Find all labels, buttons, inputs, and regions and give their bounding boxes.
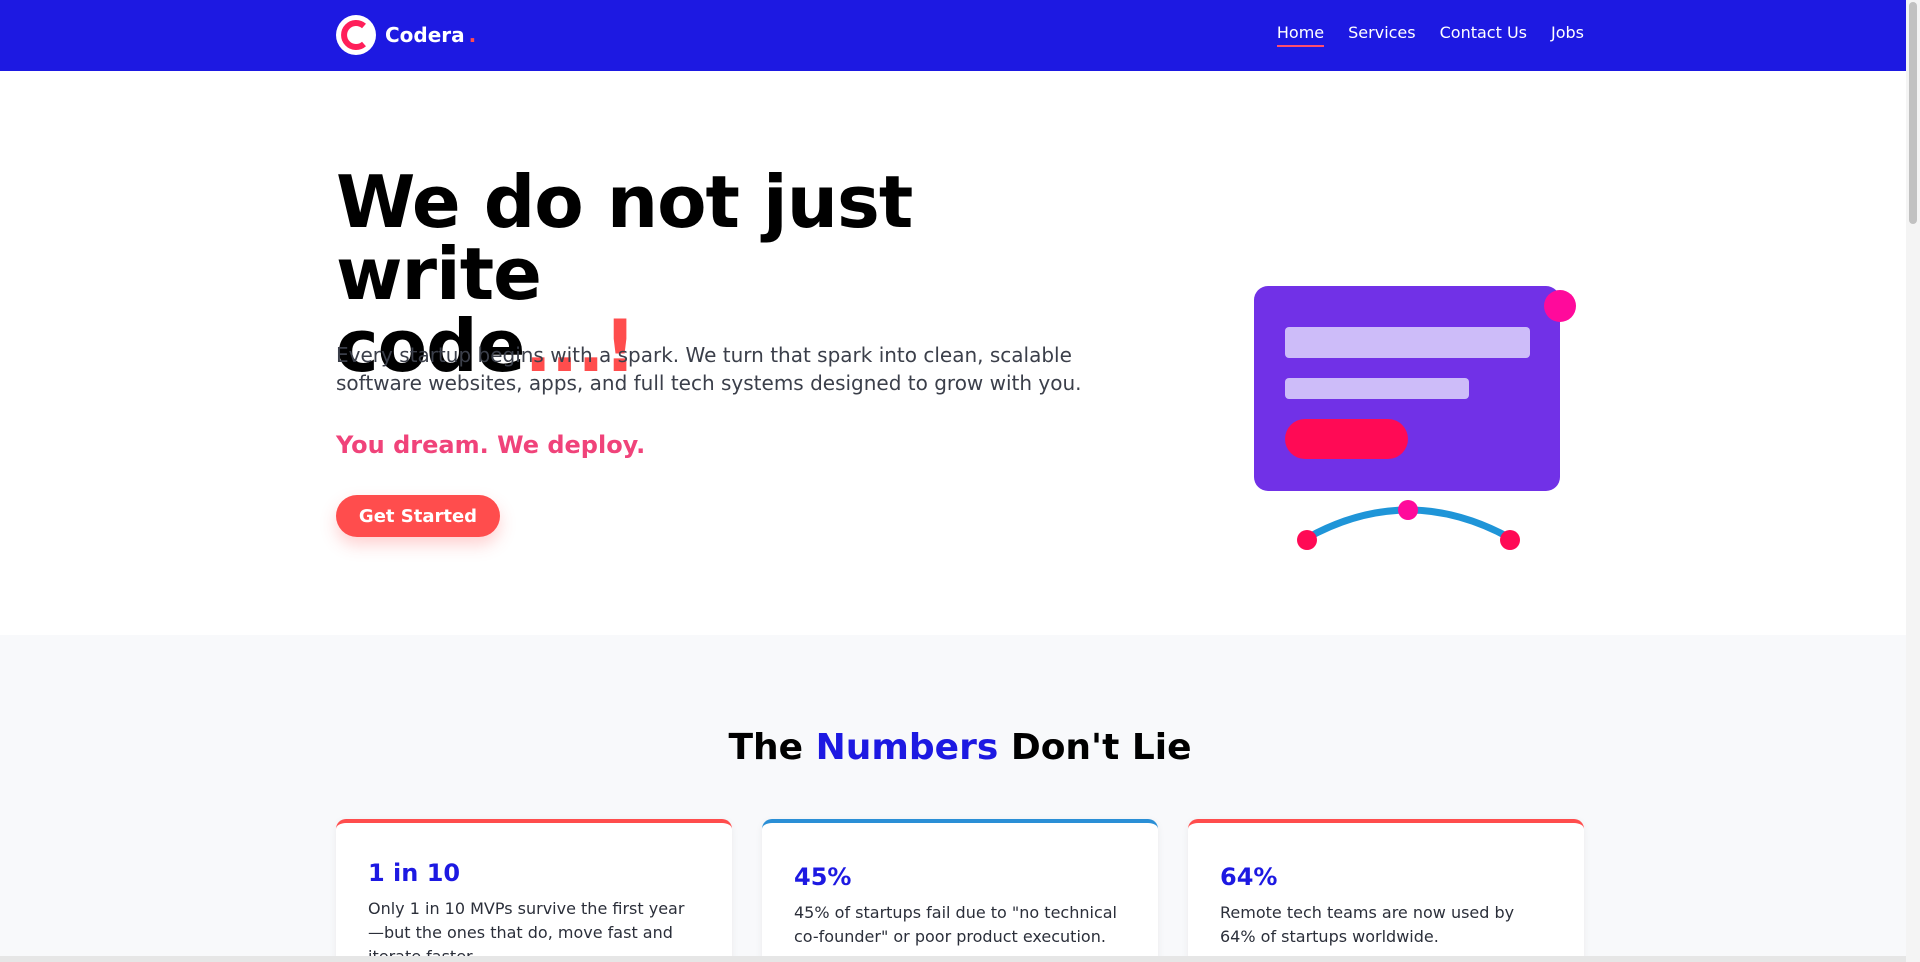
- stats-section: The Numbers Don't Lie 1 in 10 Only 1 in …: [0, 635, 1920, 962]
- brand[interactable]: Codera .: [336, 15, 476, 55]
- stat-card: 45% 45% of startups fail due to "no tech…: [762, 819, 1158, 962]
- hero-description: Every startup begins with a spark. We tu…: [336, 343, 1082, 395]
- nav-links: Home Services Contact Us Jobs: [1276, 23, 1584, 47]
- brand-dot: .: [468, 23, 477, 47]
- c-logo-icon: [336, 15, 376, 55]
- horizontal-scrollbar[interactable]: [0, 956, 1906, 962]
- nav-link-contact-us[interactable]: Contact Us: [1440, 23, 1527, 47]
- get-started-button[interactable]: Get Started: [336, 495, 500, 537]
- stat-text: Only 1 in 10 MVPs survive the first year…: [368, 899, 685, 962]
- stat-value: 64%: [1220, 863, 1278, 891]
- stat-value: 45%: [794, 863, 852, 891]
- stat-value: 1 in 10: [368, 859, 461, 887]
- hero-title-line1: We do not just write: [336, 160, 913, 316]
- brand-name: Codera: [385, 23, 465, 47]
- stat-text: Remote tech teams are now used by 64% of…: [1220, 903, 1515, 946]
- nav-link-services[interactable]: Services: [1348, 23, 1415, 47]
- stats-title-prefix: The: [728, 727, 804, 768]
- monitor-illustration-icon: [1254, 286, 1576, 550]
- stats-title-highlight: Numbers: [815, 727, 999, 768]
- scrollbar-thumb[interactable]: [1909, 2, 1917, 224]
- stats-title-suffix: Don't Lie: [1010, 727, 1192, 768]
- navbar: Codera . Home Services Contact Us Jobs: [0, 0, 1920, 71]
- stat-text: 45% of startups fail due to "no technica…: [794, 903, 1117, 946]
- nav-link-jobs[interactable]: Jobs: [1551, 23, 1584, 47]
- vertical-scrollbar[interactable]: [1906, 0, 1920, 962]
- hero-tagline: You dream. We deploy.: [336, 431, 646, 459]
- stats-title: The Numbers Don't Lie: [0, 727, 1920, 768]
- stat-card: 64% Remote tech teams are now used by 64…: [1188, 819, 1584, 962]
- nav-link-home[interactable]: Home: [1276, 23, 1325, 47]
- hero-section: We do not just write code...! Every star…: [0, 71, 1920, 635]
- stat-card: 1 in 10 Only 1 in 10 MVPs survive the fi…: [336, 819, 732, 962]
